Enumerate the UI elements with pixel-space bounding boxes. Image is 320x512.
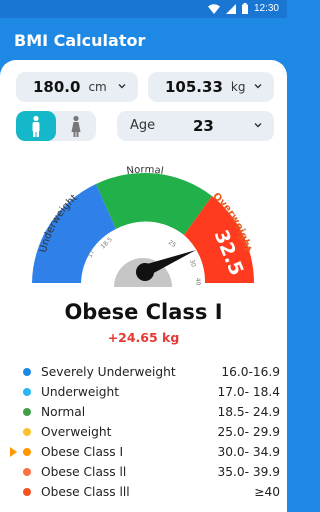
status-icons: 12:30 (207, 3, 279, 14)
legend-row: Obese Class I 30.0- 34.9 (10, 442, 280, 462)
bmi-legend: Severely Underweight 16.0-16.9 Underweigh… (10, 362, 280, 502)
age-label: Age (130, 118, 156, 133)
chevron-down-icon (118, 84, 126, 89)
gauge-label-normal: Normal (126, 164, 165, 177)
weight-difference: +24.65 kg (107, 330, 180, 345)
legend-dot (23, 488, 31, 496)
gender-toggle (16, 111, 96, 141)
legend-name: Severely Underweight (41, 365, 176, 379)
legend-dot (23, 428, 31, 436)
legend-name: Overweight (41, 425, 112, 439)
female-icon (71, 115, 81, 137)
status-bar: 12:30 (0, 0, 287, 18)
chevron-down-icon (254, 123, 262, 128)
legend-name: Obese Class I (41, 445, 124, 459)
legend-name: Obese Class ll (41, 465, 127, 479)
gauge-needle-pivot (136, 263, 154, 281)
legend-row: Normal 18.5- 24.9 (10, 402, 280, 422)
legend-range: 35.0- 39.9 (217, 465, 280, 479)
legend-range: 25.0- 29.9 (217, 425, 280, 439)
legend-row: Obese Class ll 35.0- 39.9 (10, 462, 280, 482)
legend-dot (23, 408, 31, 416)
age-value: 23 (193, 117, 214, 135)
status-time: 12:30 (253, 3, 279, 14)
gauge-tick-40: 40 (194, 278, 202, 286)
app-title: BMI Calculator (14, 31, 146, 50)
male-icon (32, 115, 40, 137)
weight-unit: kg (230, 80, 246, 94)
wifi-icon (207, 3, 220, 14)
legend-name: Obese Class lll (41, 485, 130, 499)
legend-range: 30.0- 34.9 (217, 445, 280, 459)
height-unit: cm (88, 80, 107, 94)
legend-dot (23, 368, 31, 376)
bmi-gauge: Underweight Normal Overweight 17 18.5 25… (32, 164, 255, 287)
selected-arrow-icon (10, 447, 17, 457)
legend-row: Underweight 17.0- 18.4 (10, 382, 280, 402)
result-category: Obese Class I (64, 300, 223, 324)
gauge-tick-30: 30 (188, 259, 197, 268)
gender-female-button[interactable] (56, 111, 96, 141)
legend-range: 16.0-16.9 (221, 365, 280, 379)
legend-range: ≥40 (254, 485, 280, 499)
legend-dot (23, 468, 31, 476)
height-value: 180.0 (33, 78, 81, 96)
legend-row: Obese Class lll ≥40 (10, 482, 280, 502)
legend-name: Normal (41, 405, 86, 419)
legend-dot (23, 388, 31, 396)
legend-row: Overweight 25.0- 29.9 (10, 422, 280, 442)
chevron-down-icon (254, 84, 262, 89)
weight-value: 105.33 (165, 78, 223, 96)
legend-range: 18.5- 24.9 (217, 405, 280, 419)
legend-row: Severely Underweight 16.0-16.9 (10, 362, 280, 382)
legend-name: Underweight (41, 385, 119, 399)
age-field[interactable]: Age 23 (117, 111, 274, 141)
signal-icon (225, 3, 236, 14)
battery-icon (241, 3, 248, 14)
gauge-tick-25: 25 (167, 239, 177, 249)
gender-male-button[interactable] (16, 111, 56, 141)
height-field[interactable]: 180.0 cm (16, 72, 138, 102)
app-bar: BMI Calculator (0, 18, 287, 64)
legend-dot (23, 448, 31, 456)
weight-field[interactable]: 105.33 kg (148, 72, 274, 102)
legend-range: 17.0- 18.4 (217, 385, 280, 399)
